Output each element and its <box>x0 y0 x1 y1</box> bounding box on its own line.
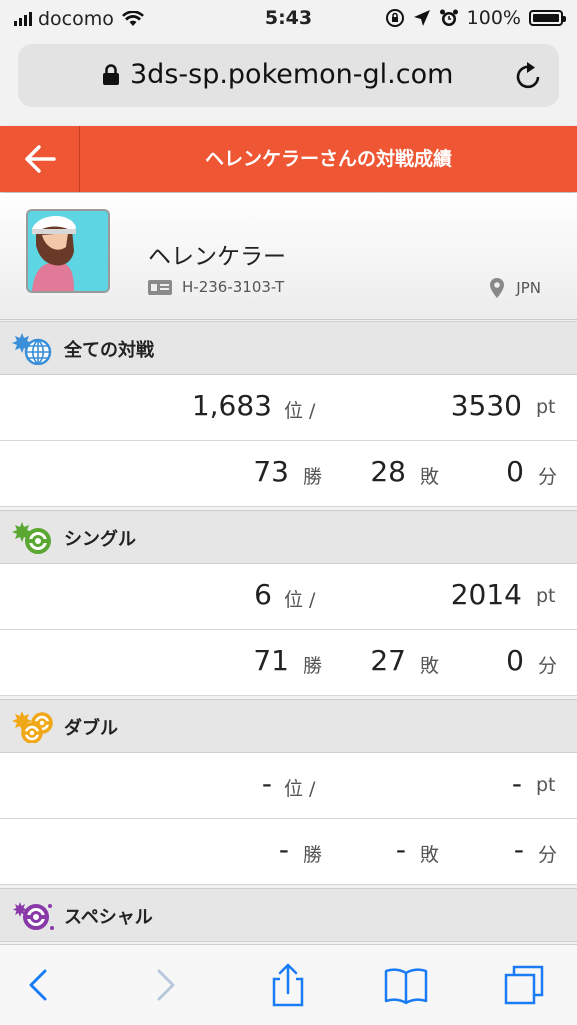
losses-unit: 敗 <box>420 655 440 677</box>
address-bar[interactable]: 3ds-sp.pokemon-gl.com <box>18 44 559 107</box>
draws-unit: 分 <box>538 466 558 488</box>
profile-card: ヘレンケラー H-236-3103-T JPN <box>0 193 577 320</box>
wins-unit: 勝 <box>303 844 323 866</box>
status-bar: docomo 5:43 100% <box>0 0 577 38</box>
draws-value: 0 <box>506 644 524 677</box>
wins-value: 73 <box>253 455 289 488</box>
record-row: 71 勝 27 敗 0 分 <box>0 630 577 696</box>
points-unit: pt <box>536 396 556 418</box>
section-label: 全ての対戦 <box>64 340 154 361</box>
section-label: スペシャル <box>64 907 153 928</box>
losses-unit: 敗 <box>420 466 440 488</box>
draws-value: 0 <box>506 455 524 488</box>
special-battle-icon <box>13 902 54 930</box>
points-value: 2014 <box>450 578 522 611</box>
single-battle-icon <box>12 522 51 554</box>
player-name: ヘレンケラー <box>148 244 286 270</box>
rank-row: 1,683 位 / 3530 pt <box>0 375 577 441</box>
player-id-text: H-236-3103-T <box>182 278 285 296</box>
id-card-icon <box>148 279 172 295</box>
rank-row: - 位 / - pt <box>0 753 577 819</box>
section-all-battles: 全ての対戦 <box>0 321 577 375</box>
battery-icon <box>529 10 566 26</box>
wins-unit: 勝 <box>303 655 323 677</box>
trainer-avatar-image <box>28 211 108 291</box>
section-single: シングル <box>0 510 577 564</box>
rotation-lock-icon <box>385 9 404 27</box>
draws-unit: 分 <box>538 655 558 677</box>
draws-value: - <box>513 833 524 866</box>
section-double: ダブル <box>0 699 577 753</box>
browser-toolbar <box>0 944 577 1025</box>
wins-value: - <box>278 833 289 866</box>
section-label: シングル <box>64 529 136 550</box>
arrow-left-icon <box>24 145 56 173</box>
page-title: ヘレンケラーさんの対戦成績 <box>204 148 452 170</box>
location-pin-icon <box>490 278 505 298</box>
losses-value: 27 <box>370 644 406 677</box>
rank-row: 6 位 / 2014 pt <box>0 564 577 630</box>
reload-icon[interactable] <box>515 61 543 91</box>
region-text: JPN <box>516 279 541 297</box>
rank-unit: 位 / <box>284 589 316 611</box>
losses-value: - <box>395 833 406 866</box>
section-special: スペシャル <box>0 888 577 942</box>
alarm-icon <box>439 9 458 26</box>
lock-icon <box>103 64 119 85</box>
points-unit: pt <box>536 774 556 796</box>
page-header: ヘレンケラーさんの対戦成績 <box>0 126 577 192</box>
share-icon[interactable] <box>266 963 310 1007</box>
section-label: ダブル <box>64 718 118 739</box>
rank-unit: 位 / <box>284 400 316 422</box>
rank-value: 6 <box>254 578 272 611</box>
record-row: - 勝 - 敗 - 分 <box>0 819 577 885</box>
losses-value: 28 <box>370 455 406 488</box>
losses-unit: 敗 <box>420 844 440 866</box>
bookmarks-icon[interactable] <box>384 963 428 1007</box>
points-unit: pt <box>536 585 556 607</box>
back-nav-icon[interactable] <box>18 963 62 1007</box>
points-value: 3530 <box>450 389 522 422</box>
wins-value: 71 <box>253 644 289 677</box>
player-region: JPN <box>490 278 541 298</box>
draws-unit: 分 <box>538 844 558 866</box>
rank-value: - <box>261 767 272 800</box>
globe-battle-icon <box>12 333 52 365</box>
url-text[interactable]: 3ds-sp.pokemon-gl.com <box>130 59 453 90</box>
back-button[interactable] <box>0 126 80 192</box>
location-icon <box>413 10 430 26</box>
record-row: 73 勝 28 敗 0 分 <box>0 441 577 507</box>
points-value: - <box>511 767 522 800</box>
player-id: H-236-3103-T <box>148 278 284 296</box>
forward-nav-icon[interactable] <box>142 963 186 1007</box>
avatar <box>26 209 110 293</box>
double-battle-icon <box>12 711 53 743</box>
tabs-icon[interactable] <box>502 963 546 1007</box>
rank-value: 1,683 <box>191 389 272 422</box>
battery-percent: 100% <box>466 7 521 29</box>
wins-unit: 勝 <box>303 466 323 488</box>
rank-unit: 位 / <box>284 778 316 800</box>
